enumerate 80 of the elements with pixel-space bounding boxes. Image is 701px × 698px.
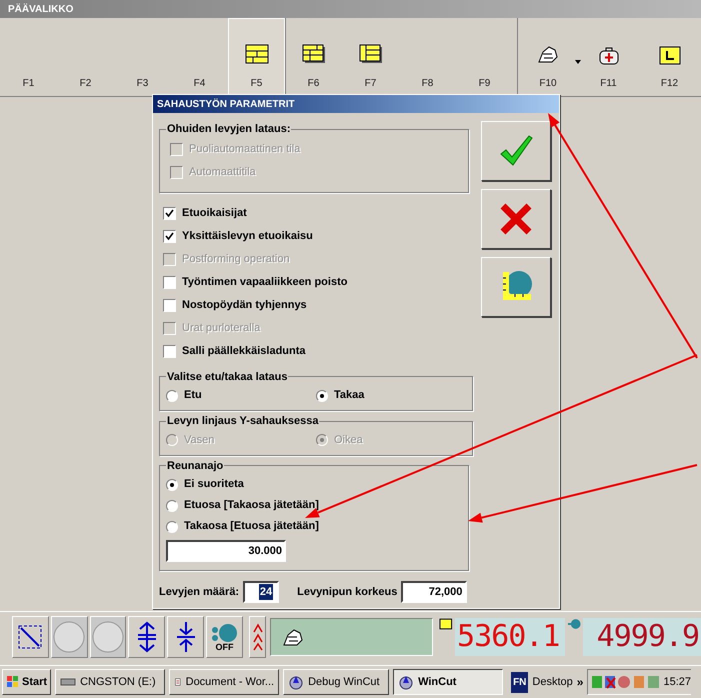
radio-button[interactable] bbox=[166, 500, 178, 512]
tool-button[interactable] bbox=[167, 616, 204, 658]
off-button[interactable]: OFF bbox=[206, 616, 243, 658]
field-label: Levynipun korkeus bbox=[297, 584, 398, 600]
function-key[interactable]: F1 bbox=[0, 18, 57, 97]
tool-button[interactable] bbox=[12, 616, 49, 658]
count-field[interactable]: 24 bbox=[243, 581, 280, 603]
start-button[interactable]: Start bbox=[2, 669, 52, 695]
double-caret-icon bbox=[252, 622, 263, 652]
group-label: Reunanajo bbox=[166, 458, 224, 474]
height-field[interactable]: 72,000 bbox=[401, 581, 468, 603]
hand-icon bbox=[281, 626, 306, 646]
radio-button[interactable] bbox=[166, 478, 178, 490]
radio-label: Etu bbox=[184, 388, 202, 404]
checkbox[interactable] bbox=[163, 276, 176, 288]
radio-label: Oikea bbox=[334, 432, 363, 448]
tray-icons-drawing bbox=[591, 674, 662, 690]
checkbox[interactable] bbox=[163, 344, 176, 358]
ruler-icon bbox=[439, 618, 453, 630]
function-key[interactable]: F4 bbox=[171, 18, 228, 97]
checkbox-label: Salli päällekkäisladunta bbox=[182, 344, 306, 359]
chevron-button[interactable]: » bbox=[576, 673, 584, 691]
field-label: Levyjen määrä: bbox=[159, 584, 240, 600]
checkbox-label: Puoliautomaattinen tila bbox=[189, 142, 300, 157]
checkbox-label: Työntimen vapaaliikkeen poisto bbox=[182, 274, 348, 290]
radio-button[interactable] bbox=[166, 390, 178, 402]
checkbox-label: Postforming operation bbox=[182, 252, 290, 267]
checkbox-label: Yksittäislevyn etuoikaisu bbox=[182, 228, 313, 244]
app-icon bbox=[398, 674, 414, 690]
checkbox[interactable] bbox=[163, 206, 176, 220]
layout-icon bbox=[244, 44, 268, 66]
checkbox[interactable] bbox=[163, 298, 176, 312]
cancel-button[interactable] bbox=[481, 189, 551, 249]
round-icon bbox=[91, 620, 126, 654]
toolbar-label: Desktop bbox=[532, 674, 573, 690]
box-icon bbox=[658, 44, 682, 66]
group-label: Ohuiden levyjen lataus: bbox=[166, 122, 292, 137]
taskbar-button[interactable]: WinCut bbox=[393, 669, 504, 695]
function-key[interactable]: F3 bbox=[114, 18, 171, 97]
position-readout: 4999.9 bbox=[582, 618, 701, 656]
dialog-title: SAHAUSTYÖN PARAMETRIT bbox=[157, 98, 295, 112]
layout-icon bbox=[358, 44, 382, 66]
taskbar-button[interactable]: Document - Wor... bbox=[169, 669, 280, 695]
windows-icon bbox=[6, 675, 20, 689]
checkbox-label: Urat purloteralla bbox=[182, 320, 260, 336]
saw-icon bbox=[567, 618, 581, 630]
function-key[interactable]: F12 bbox=[639, 18, 700, 97]
tool-button[interactable] bbox=[128, 616, 166, 658]
app-icon bbox=[288, 674, 304, 690]
app-badge: FN bbox=[511, 672, 528, 692]
checkbox-label: Nostopöydän tyhjennys bbox=[182, 298, 307, 313]
group-label: Levyn linjaus Y-sahauksessa bbox=[166, 414, 320, 429]
radio-label: Vasen bbox=[184, 432, 214, 448]
layout-icon bbox=[302, 44, 326, 66]
radio-label: Takaosa [Etuosa jätetään] bbox=[184, 519, 319, 534]
function-key[interactable]: F8 bbox=[399, 18, 456, 97]
radio-button[interactable] bbox=[166, 520, 178, 532]
group-label: Valitse etu/takaa lataus bbox=[166, 370, 288, 384]
selected-text: 24 bbox=[258, 584, 274, 600]
position-readout: 5360.1 bbox=[454, 618, 566, 656]
round-icon bbox=[52, 620, 86, 654]
function-key[interactable]: F9 bbox=[456, 18, 513, 97]
radio-label: Ei suoriteta bbox=[184, 477, 244, 492]
radio-label: Etuosa [Takaosa jätetään] bbox=[184, 498, 319, 514]
checkbox-label: Etuoikaisijat bbox=[182, 206, 247, 221]
checkbox[interactable] bbox=[163, 230, 176, 242]
tool-button[interactable] bbox=[481, 257, 551, 317]
function-key[interactable]: F11 bbox=[578, 18, 639, 97]
window-title: PÄÄVALIKKO bbox=[8, 2, 74, 16]
radio-label: Takaa bbox=[334, 388, 364, 404]
ok-button[interactable] bbox=[481, 121, 551, 181]
function-key[interactable]: F5 bbox=[228, 18, 285, 97]
clock: 15:27 bbox=[663, 674, 691, 690]
radio-button[interactable] bbox=[316, 390, 328, 402]
taskbar-button[interactable]: Debug WinCut bbox=[283, 669, 390, 695]
taskbar-button[interactable]: CNGSTON (E:) bbox=[55, 669, 166, 695]
function-key[interactable]: F2 bbox=[57, 18, 114, 97]
number-field[interactable]: 30.000 bbox=[166, 540, 286, 562]
arrow-button[interactable] bbox=[248, 616, 266, 658]
checkbox-label: Automaattitila bbox=[189, 164, 256, 180]
